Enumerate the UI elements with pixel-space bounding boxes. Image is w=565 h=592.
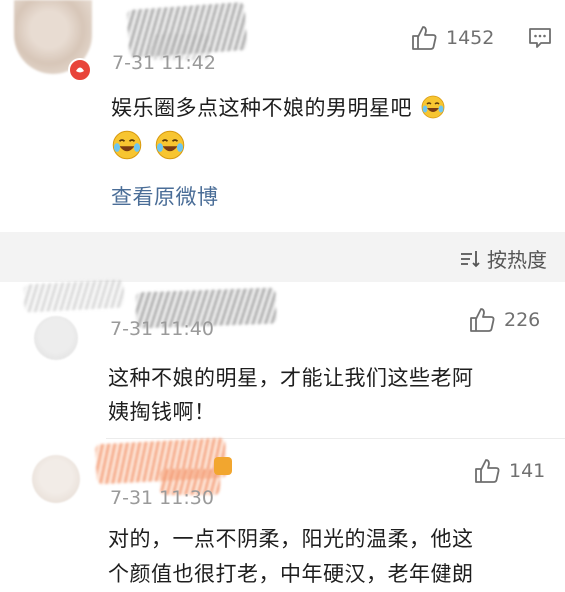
laugh-cry-emoji-icon: [155, 130, 185, 160]
comment-text-line2: 姨掏钱啊！: [108, 400, 216, 424]
like-count: 226: [504, 309, 541, 331]
sort-bar: 按热度: [0, 232, 565, 282]
avatar[interactable]: [32, 455, 80, 503]
main-comment: 7-31 11:42 1452 娱乐圈多点这种不娘的男明星吧 查看原微博: [0, 0, 565, 232]
comment-time: 7-31 11:40: [110, 318, 214, 340]
like-button[interactable]: 141: [473, 457, 545, 485]
avatar[interactable]: [34, 316, 78, 360]
reply-comment: 7-31 11:30 141 对的，一点不阴柔，阳光的温柔，他这 个颜值也很打老…: [0, 437, 565, 586]
reply-comment: 7-31 11:40 226 这种不娘的明星，才能让我们这些老阿 姨掏钱啊！: [0, 279, 565, 438]
comment-body: 娱乐圈多点这种不娘的男明星吧: [111, 96, 412, 120]
sort-by-hot-button[interactable]: 按热度: [459, 244, 547, 273]
like-button[interactable]: 226: [468, 306, 540, 334]
comment-time: 7-31 11:30: [110, 487, 214, 509]
medal-icon: [214, 457, 232, 475]
thumbs-up-icon: [412, 26, 437, 50]
thumbs-up-icon: [470, 308, 495, 332]
comment-text: 娱乐圈多点这种不娘的男明星吧: [111, 90, 445, 126]
username-redacted[interactable]: [23, 279, 125, 313]
comment-text-line1: 对的，一点不阴柔，阳光的温柔，他这: [108, 527, 474, 551]
like-button[interactable]: 1452: [410, 24, 494, 52]
comment-time: 7-31 11:42: [112, 52, 216, 74]
thumbs-up-icon: [475, 459, 500, 483]
like-count: 141: [509, 460, 546, 482]
comment-text-line2: 个颜值也很打老，中年硬汉，老年健朗: [108, 562, 474, 586]
like-count: 1452: [446, 27, 495, 49]
laugh-cry-emoji-icon: [421, 95, 445, 119]
comment-icon[interactable]: [528, 26, 552, 54]
laugh-cry-emoji-icon: [112, 130, 142, 160]
emoji-row: [112, 130, 185, 160]
red-badge-icon: [68, 58, 92, 82]
comment-text-line1: 这种不娘的明星，才能让我们这些老阿: [108, 366, 474, 390]
sort-icon: [461, 250, 480, 267]
sort-label: 按热度: [487, 248, 547, 272]
view-original-post-link[interactable]: 查看原微博: [111, 181, 219, 211]
